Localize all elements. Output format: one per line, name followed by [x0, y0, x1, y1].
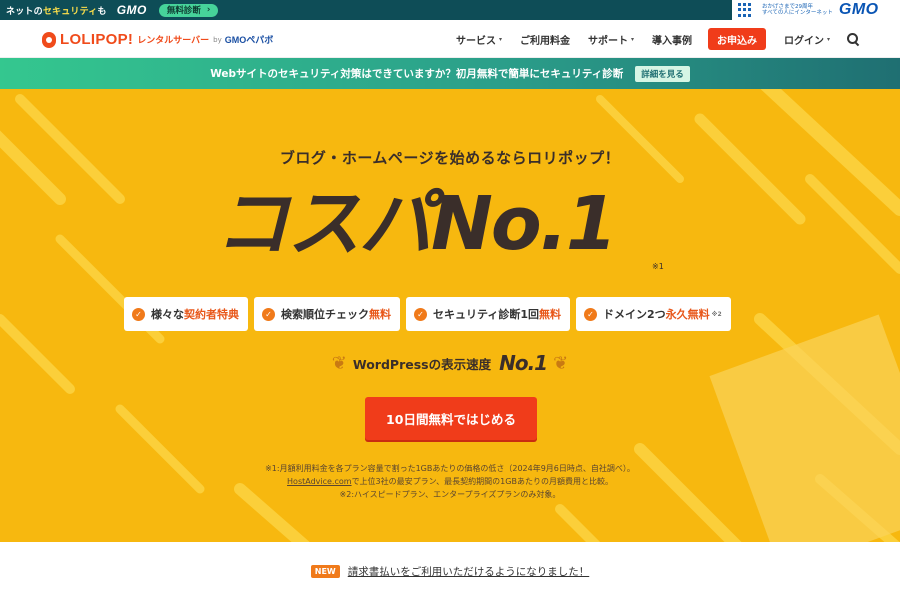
- main-nav: サービス ▾ ご利用料金 サポート ▾ 導入事例 お申込み ログイン ▾: [438, 27, 860, 51]
- site-header: LOLIPOP! レンタルサーバー by GMOペパボ サービス ▾ ご利用料金 …: [0, 20, 900, 58]
- hostadvice-link[interactable]: HostAdvice.com: [287, 477, 352, 486]
- logo-gmo-pepabo: GMOペパボ: [224, 35, 274, 45]
- gmo-copy: おかげさまで29周年 すべての人にインターネット: [762, 3, 833, 17]
- footnote-1: ※1:月額利用料金を各プラン容量で割った1GBあたりの価格の低さ（2024年9月…: [265, 464, 635, 473]
- gmo-logo[interactable]: GMO: [839, 1, 879, 19]
- grid-icon: [738, 3, 752, 17]
- chevron-down-icon: ▾: [826, 35, 830, 43]
- hero-section: ブログ・ホームページを始めるならロリポップ！ コスパNo.1 ※1 ✓ 様々な 契約…: [0, 89, 900, 542]
- free-diagnosis-button[interactable]: 無料診断 ›: [158, 3, 219, 17]
- gmo-group-area[interactable]: おかげさまで29周年 すべての人にインターネット GMO: [732, 0, 900, 20]
- feature-item-member-benefits: ✓ 様々な 契約者特典: [124, 297, 248, 331]
- news-bar: NEW 請求書払いをご利用いただけるようになりました！: [0, 542, 900, 600]
- security-promo-bar[interactable]: Webサイトのセキュリティ対策はできていますか？初月無料で簡単にセキュリティ診断…: [0, 58, 900, 89]
- wp-no1: No.1: [499, 351, 548, 375]
- laurel-left-icon: ❦: [331, 352, 347, 374]
- logo-by: by: [213, 35, 222, 44]
- check-icon: ✓: [584, 307, 597, 321]
- login-menu[interactable]: ログイン ▾: [784, 32, 830, 47]
- new-badge: NEW: [310, 564, 340, 578]
- gmo-mini-logo[interactable]: GMO: [117, 3, 147, 17]
- check-icon: ✓: [414, 307, 427, 321]
- lolipop-logo[interactable]: LOLIPOP! レンタルサーバー by GMOペパボ: [42, 31, 273, 48]
- feature-item-security-diagnosis: ✓ セキュリティ診断1回 無料: [406, 297, 570, 331]
- chevron-right-icon: ›: [206, 5, 211, 15]
- hero-content: ブログ・ホームページを始めるならロリポップ！ コスパNo.1 ※1 ✓ 様々な 契約…: [0, 89, 900, 542]
- check-icon: ✓: [262, 307, 275, 321]
- nav-item-case-studies[interactable]: 導入事例: [652, 32, 692, 47]
- gmo-tagline: ネットのセキュリティも: [6, 6, 107, 17]
- logo-text: LOLIPOP!: [60, 31, 134, 48]
- wp-speed-label: WordPressの表示速度: [352, 356, 492, 372]
- promo-more-button[interactable]: 詳細を見る: [635, 65, 690, 82]
- hero-subtitle: ブログ・ホームページを始めるならロリポップ！: [279, 149, 621, 167]
- chevron-down-icon: ▾: [498, 35, 502, 43]
- feature-item-free-domains: ✓ ドメイン2つ 永久無料 ※2: [576, 297, 731, 331]
- wordpress-speed-award: ❦ WordPressの表示速度 No.1 ❦: [0, 351, 900, 375]
- laurel-right-icon: ❦: [553, 352, 569, 374]
- hero-headline: コスパNo.1: [215, 181, 617, 267]
- nav-item-pricing[interactable]: ご利用料金: [520, 32, 570, 47]
- nav-item-support[interactable]: サポート ▾: [588, 32, 634, 47]
- nav-item-services[interactable]: サービス ▾: [456, 32, 502, 47]
- feature-item-seo-check: ✓ 検索順位チェック 無料: [254, 297, 400, 331]
- chevron-down-icon: ▾: [630, 35, 634, 43]
- footnote-1-cont: HostAdvice.comで上位3社の最安プラン、最長契約期間の1GBあたりの…: [287, 477, 613, 486]
- hero-footnotes: ※1:月額利用料金を各プラン容量で割った1GBあたりの価格の低さ（2024年9月…: [0, 462, 900, 501]
- free-trial-button[interactable]: 10日間無料ではじめる: [365, 397, 537, 440]
- footnote-2: ※2:ハイスピードプラン、エンタープライズプランのみ対象。: [339, 490, 561, 499]
- gmo-top-bar: ネットのセキュリティも GMO 無料診断 › おかげさまで29周年 すべての人にイ…: [0, 0, 900, 20]
- logo-subtitle: レンタルサーバー: [137, 36, 210, 46]
- search-icon[interactable]: [846, 32, 860, 46]
- promo-text: Webサイトのセキュリティ対策はできていますか？初月無料で簡単にセキュリティ診断: [210, 68, 624, 80]
- hero-footnote-mark: ※1: [652, 262, 664, 271]
- check-icon: ✓: [132, 307, 145, 321]
- news-link[interactable]: 請求書払いをご利用いただけるようになりました！: [348, 564, 590, 579]
- lolipop-mark-icon: [42, 31, 56, 48]
- signup-button[interactable]: お申込み: [707, 28, 766, 50]
- feature-list: ✓ 様々な 契約者特典 ✓ 検索順位チェック 無料 ✓ セキュリティ診断1回 無料 ✓ ドメイ…: [124, 297, 737, 331]
